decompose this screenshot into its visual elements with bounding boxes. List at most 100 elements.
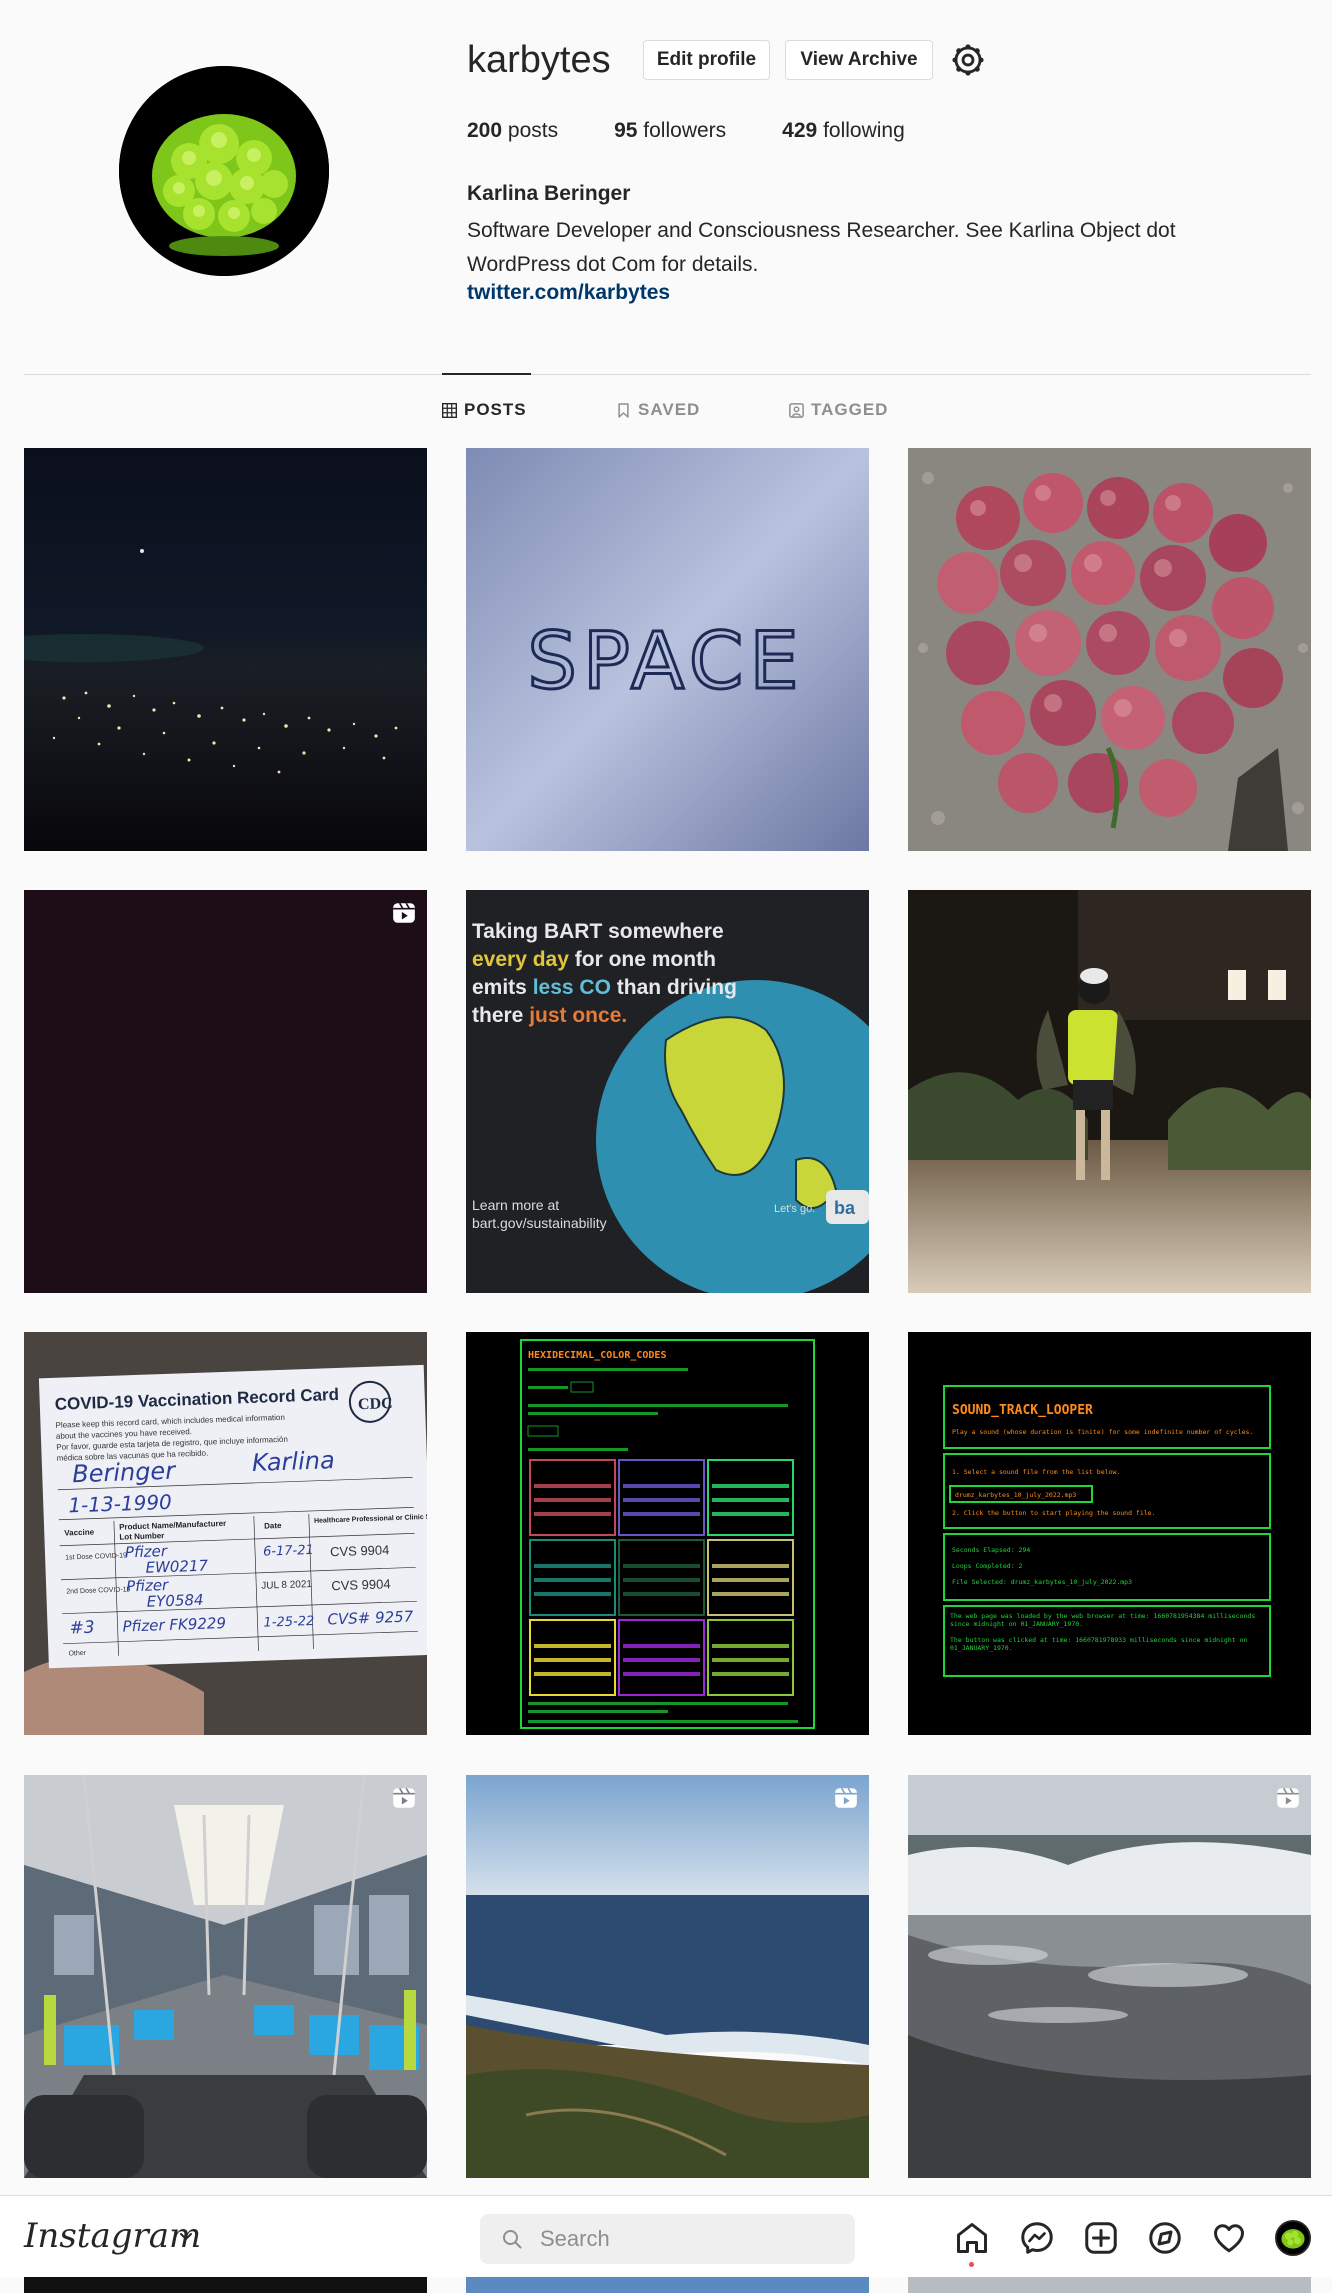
vax-dose2-date: JUL 8 2021 xyxy=(261,1579,313,1592)
vax-dose3-date: 1-25-22 xyxy=(263,1614,314,1631)
grid-next-row-peek-2 xyxy=(466,2277,869,2293)
grid-post-ocean-waves[interactable] xyxy=(908,1775,1311,2178)
chevron-down-icon[interactable] xyxy=(178,2228,194,2244)
grid-post-hex-color-codes[interactable]: HEXIDECIMAL_COLOR_CODES xyxy=(466,1332,869,1735)
hex-color-codes-screenshot: HEXIDECIMAL_COLOR_CODES xyxy=(466,1332,869,1735)
profile-full-name: Karlina Beringer xyxy=(467,182,631,205)
sound-track-looper-screenshot: SOUND_TRACK_LOOPER Play a sound (whose d… xyxy=(908,1332,1311,1735)
search-icon xyxy=(503,2230,522,2249)
grid-next-row-peek-3 xyxy=(908,2277,1311,2293)
grid-post-dark-reel[interactable] xyxy=(24,890,427,1293)
followers-count: 95 xyxy=(614,119,638,142)
vax-dose1-site: CVS 9904 xyxy=(330,1542,390,1559)
tab-posts-label: POSTS xyxy=(464,400,527,419)
reel-icon xyxy=(835,1787,857,1808)
looper-step1: 1. Select a sound file from the list bel… xyxy=(952,1468,1120,1476)
vax-dose3-site: CVS# 9257 xyxy=(327,1607,414,1628)
home-icon[interactable] xyxy=(954,2220,990,2256)
romanesco-avatar-image xyxy=(119,66,329,276)
vax-col-lot: Lot Number xyxy=(119,1531,164,1542)
grid-post-space[interactable]: SPACE xyxy=(466,448,869,851)
settings-gear-icon[interactable] xyxy=(951,43,985,77)
vaccination-card-image: COVID-19 Vaccination Record Card Please … xyxy=(24,1332,427,1735)
reel-icon xyxy=(393,902,415,923)
looper-selected: File Selected: drumz_karbytes_10_july_20… xyxy=(952,1578,1132,1586)
vax-dose3-product: Pfizer FK9229 xyxy=(122,1614,226,1636)
vax-dose1-lot: EW0217 xyxy=(145,1557,209,1577)
profile-nav-avatar[interactable] xyxy=(1275,2220,1311,2256)
profile-stats: 200 posts 95 followers 429 following xyxy=(467,119,961,143)
profile-website-link[interactable]: twitter.com/karbytes xyxy=(467,281,670,305)
hex-app-title: HEXIDECIMAL_COLOR_CODES xyxy=(528,1350,666,1361)
grid-post-night-city[interactable] xyxy=(24,448,427,851)
vax-dose2-lot: EY0584 xyxy=(146,1591,203,1611)
bart-poster-line3: emits less CO than driving xyxy=(472,976,737,999)
bottom-navigation-bar: Instagram xyxy=(0,2195,1332,2277)
new-post-icon[interactable] xyxy=(1083,2220,1119,2256)
profile-bio: Software Developer and Consciousness Res… xyxy=(467,219,1176,276)
bart-poster-line1: Taking BART somewhere xyxy=(472,920,724,943)
explore-compass-icon[interactable] xyxy=(1147,2220,1183,2256)
looper-elapsed: Seconds Elapsed: 294 xyxy=(952,1546,1030,1554)
instagram-logo[interactable]: Instagram xyxy=(24,2216,201,2256)
grid-next-row-peek-1 xyxy=(24,2277,427,2293)
looper-subtitle: Play a sound (whose duration is finite) … xyxy=(952,1428,1253,1436)
edit-profile-button[interactable]: Edit profile xyxy=(643,40,770,80)
looper-step2: 2. Click the button to start playing the… xyxy=(952,1509,1156,1517)
grid-post-person-night[interactable] xyxy=(908,890,1311,1293)
bookmark-icon xyxy=(618,402,629,418)
romanesco-mini-avatar xyxy=(1277,2222,1309,2254)
coastline-image xyxy=(466,1775,869,2178)
posts-count: 200 xyxy=(467,119,503,142)
posts-stat: 200 posts xyxy=(467,119,558,143)
grid-post-sound-track-looper[interactable]: SOUND_TRACK_LOOPER Play a sound (whose d… xyxy=(908,1332,1311,1735)
home-notification-dot xyxy=(969,2262,974,2267)
looper-app-title: SOUND_TRACK_LOOPER xyxy=(952,1403,1093,1418)
tab-tagged[interactable]: TAGGED xyxy=(789,400,888,420)
vax-dose2-site: CVS 9904 xyxy=(331,1576,391,1593)
grid-post-train-interior[interactable] xyxy=(24,1775,427,2178)
profile-avatar[interactable] xyxy=(119,66,329,276)
search-box[interactable] xyxy=(480,2214,855,2264)
vax-dose3-label: #3 xyxy=(69,1618,95,1639)
dark-frame-image xyxy=(24,890,427,1293)
vax-col-date: Date xyxy=(264,1521,282,1531)
activity-heart-icon[interactable] xyxy=(1211,2220,1247,2256)
looper-clicked-text: The button was clicked at time: 16607819… xyxy=(950,1636,1248,1652)
looper-loaded-text: The web page was loaded by the web brows… xyxy=(950,1612,1256,1628)
followers-stat[interactable]: 95 followers xyxy=(614,119,726,143)
tab-saved[interactable]: SAVED xyxy=(616,400,700,420)
ocean-waves-image xyxy=(908,1775,1311,2178)
bart-poster-foot1: Learn more at xyxy=(472,1197,559,1213)
grid-post-coastline[interactable] xyxy=(466,1775,869,2178)
following-label: following xyxy=(823,119,905,142)
vax-card-first-name: Karlina xyxy=(251,1446,335,1477)
person-night-image xyxy=(908,890,1311,1293)
messenger-icon[interactable] xyxy=(1019,2220,1055,2256)
tabs-divider xyxy=(24,374,1311,375)
following-stat[interactable]: 429 following xyxy=(782,119,905,143)
view-archive-button[interactable]: View Archive xyxy=(785,40,933,80)
night-city-image xyxy=(24,448,427,851)
grid-post-vaccination-card[interactable]: COVID-19 Vaccination Record Card Please … xyxy=(24,1332,427,1735)
grid-post-bart-poster[interactable]: Taking BART somewhere every day for one … xyxy=(466,890,869,1293)
posts-label: posts xyxy=(507,119,559,142)
space-handwritten-text: SPACE xyxy=(527,617,804,707)
apples-image xyxy=(908,448,1311,851)
train-interior-image xyxy=(24,1775,427,2178)
space-paper-image: SPACE xyxy=(466,448,869,851)
tab-saved-label: SAVED xyxy=(638,400,701,419)
bart-logo: ba xyxy=(834,1198,856,1218)
tab-tagged-label: TAGGED xyxy=(811,400,889,419)
vax-dose1-date: 6-17-21 xyxy=(263,1543,314,1560)
following-count: 429 xyxy=(782,119,818,142)
followers-label: followers xyxy=(643,119,727,142)
tab-posts[interactable]: POSTS xyxy=(442,400,527,420)
vax-card-last-name: Beringer xyxy=(72,1457,178,1489)
bart-poster-tagline: Let's go. xyxy=(774,1203,815,1215)
search-input[interactable] xyxy=(540,2214,840,2264)
looper-loops: Loops Completed: 2 xyxy=(952,1562,1023,1570)
active-tab-indicator xyxy=(442,373,531,375)
grid-post-apples[interactable] xyxy=(908,448,1311,851)
vax-other-label: Other xyxy=(68,1650,86,1658)
